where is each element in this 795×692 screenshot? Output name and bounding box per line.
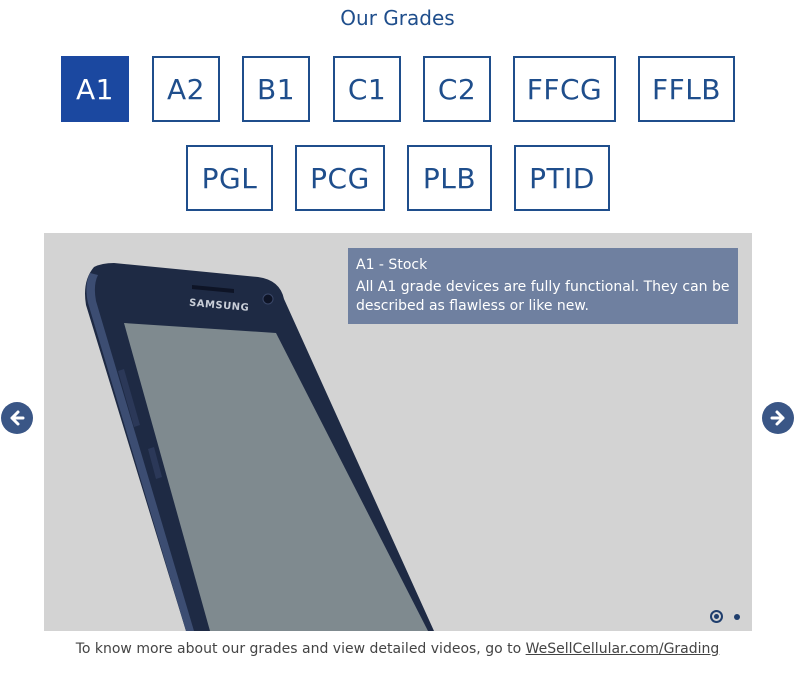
slide-caption: A1 - Stock All A1 grade devices are full… bbox=[348, 248, 738, 324]
arrow-right-icon bbox=[770, 410, 785, 426]
grade-tab-plb[interactable]: PLB bbox=[407, 145, 492, 211]
grade-tab-ptid[interactable]: PTID bbox=[514, 145, 610, 211]
next-slide-button[interactable] bbox=[762, 402, 794, 434]
grade-tab-c2[interactable]: C2 bbox=[423, 56, 491, 122]
slide-dot-2[interactable] bbox=[734, 613, 740, 620]
grading-info-footer: To know more about our grades and view d… bbox=[0, 640, 795, 658]
grade-tab-fflb[interactable]: FFLB bbox=[638, 56, 735, 122]
footer-text: To know more about our grades and view d… bbox=[75, 641, 526, 657]
grade-tab-a1[interactable]: A1 bbox=[61, 56, 129, 122]
previous-slide-button[interactable] bbox=[1, 402, 33, 434]
slide-dot-1[interactable] bbox=[710, 610, 723, 623]
grading-link[interactable]: WeSellCellular.com/Grading bbox=[526, 641, 720, 657]
grade-tab-b1[interactable]: B1 bbox=[242, 56, 310, 122]
page-title: Our Grades bbox=[340, 6, 455, 30]
caption-title: A1 - Stock bbox=[356, 257, 428, 273]
grade-tab-pgl[interactable]: PGL bbox=[186, 145, 273, 211]
grade-tab-pcg[interactable]: PCG bbox=[295, 145, 385, 211]
slider-pagination bbox=[710, 610, 740, 623]
grade-tab-ffcg[interactable]: FFCG bbox=[513, 56, 616, 122]
caption-text: All A1 grade devices are fully functiona… bbox=[356, 279, 730, 314]
arrow-left-icon bbox=[10, 410, 25, 426]
grade-tab-a2[interactable]: A2 bbox=[152, 56, 220, 122]
grade-tab-c1[interactable]: C1 bbox=[333, 56, 401, 122]
grade-slider: SAMSUNG A1 - Stock All A1 grade devices … bbox=[44, 233, 752, 631]
